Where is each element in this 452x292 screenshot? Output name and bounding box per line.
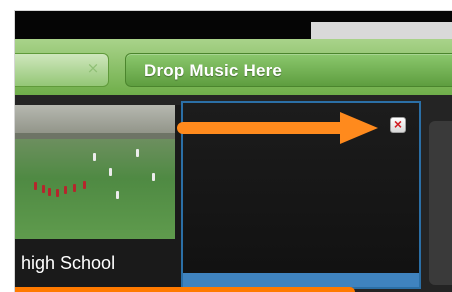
drop-music-label: Drop Music Here (144, 61, 283, 80)
close-icon[interactable]: × (390, 117, 406, 133)
player (116, 191, 119, 199)
next-clip-slot[interactable] (429, 121, 452, 285)
player (93, 153, 96, 161)
player (48, 188, 51, 196)
player (64, 186, 67, 194)
music-strip: × Drop Music Here (15, 39, 452, 95)
field-fence (15, 133, 175, 139)
player (83, 181, 86, 189)
video-editor-frame: × Drop Music Here high School × (14, 10, 452, 292)
video-thumbnail (15, 105, 175, 239)
timeline-progress[interactable] (15, 287, 355, 292)
player (34, 182, 37, 190)
player (73, 184, 76, 192)
drop-music-zone[interactable]: Drop Music Here (125, 53, 452, 87)
player (109, 168, 112, 176)
clip-title: high School (21, 253, 116, 273)
music-track-item[interactable]: × (15, 53, 109, 87)
close-icon[interactable]: × (86, 61, 100, 76)
arrow-right-icon (177, 112, 378, 144)
player (152, 173, 155, 181)
top-scrollbar[interactable] (311, 22, 452, 39)
player (56, 189, 59, 197)
video-clip[interactable]: high School (15, 105, 182, 288)
player (136, 149, 139, 157)
player (42, 185, 45, 193)
